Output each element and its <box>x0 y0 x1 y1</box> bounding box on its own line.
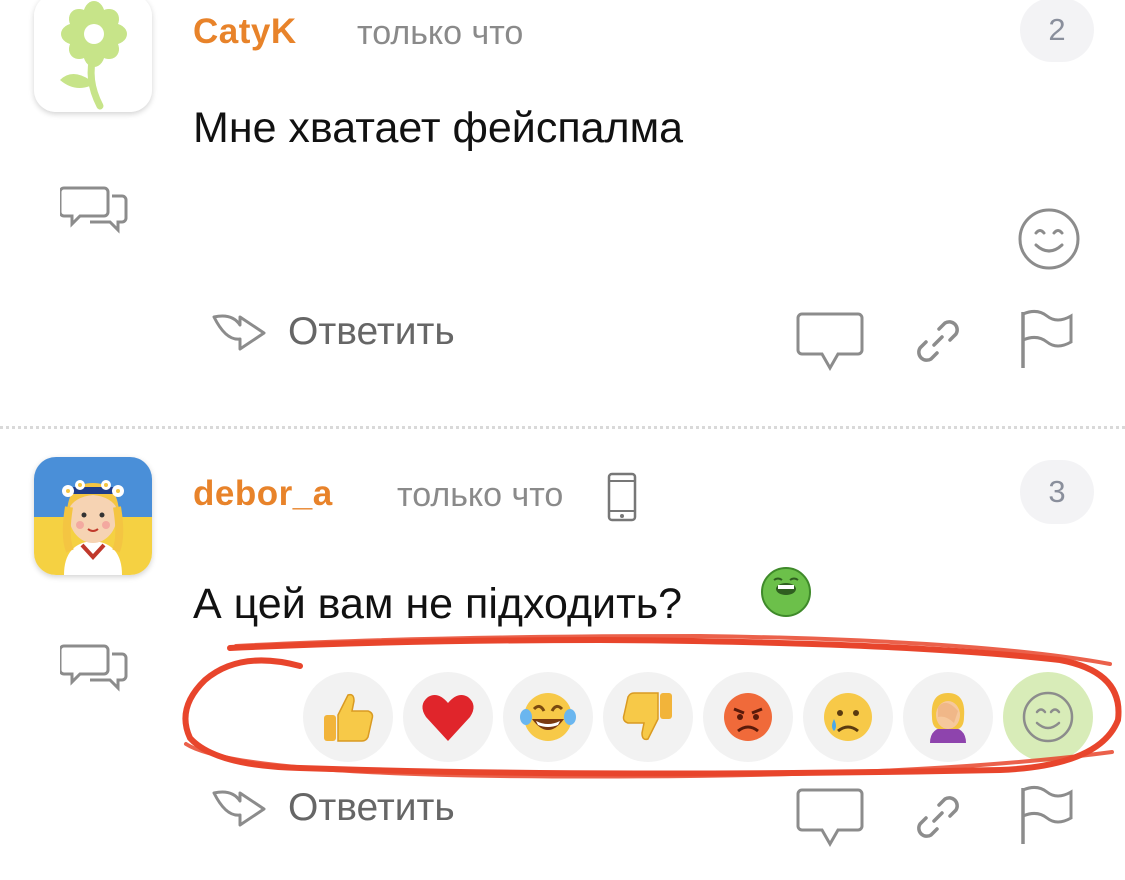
comment-bubble-icon[interactable] <box>796 786 864 848</box>
thread-icon[interactable] <box>60 640 130 696</box>
reaction-crying[interactable] <box>803 672 893 762</box>
nauseated-face-icon <box>761 567 811 617</box>
link-icon[interactable] <box>912 791 964 843</box>
link-icon[interactable] <box>912 315 964 367</box>
comment-2: debor_a только что 3 А цей вам не підход… <box>0 430 1125 880</box>
flag-icon[interactable] <box>1017 308 1075 370</box>
reaction-thumbs-up[interactable] <box>303 672 393 762</box>
username[interactable]: CatyK <box>193 12 297 52</box>
heart-icon <box>422 695 474 741</box>
reaction-thumbs-down[interactable] <box>603 672 693 762</box>
avatar[interactable] <box>34 0 152 112</box>
avatar[interactable] <box>34 457 152 575</box>
reaction-bar <box>303 672 1093 762</box>
reaction-facepalm[interactable] <box>903 672 993 762</box>
laughing-tears-icon <box>520 693 576 741</box>
comment-divider <box>0 426 1125 429</box>
reaction-laughing[interactable] <box>503 672 593 762</box>
smiley-picker-icon <box>1022 691 1074 743</box>
username[interactable]: debor_a <box>193 474 333 514</box>
reaction-angry[interactable] <box>703 672 793 762</box>
comment-text: Мне хватает фейспалма <box>193 104 684 152</box>
thread-icon[interactable] <box>60 182 130 238</box>
ukrainian-girl-avatar-icon <box>34 457 152 575</box>
comment-number-badge: 2 <box>1020 0 1094 62</box>
timestamp: только что <box>357 14 524 52</box>
flag-icon[interactable] <box>1017 784 1075 846</box>
reply-button[interactable]: Ответить <box>210 786 455 830</box>
reaction-heart[interactable] <box>403 672 493 762</box>
thumbs-up-icon <box>324 693 374 742</box>
comment-1: CatyK только что 2 Мне хватает фейспалма… <box>0 0 1125 425</box>
timestamp: только что <box>397 476 564 514</box>
mobile-device-icon <box>607 472 637 522</box>
comment-bubble-icon[interactable] <box>796 310 864 372</box>
reply-label: Ответить <box>288 786 455 829</box>
reply-label: Ответить <box>288 310 455 353</box>
thumbs-down-icon <box>622 692 672 741</box>
comment-number-badge: 3 <box>1020 460 1094 524</box>
comment-text: А цей вам не підходить? <box>193 580 683 628</box>
reply-arrow-icon <box>212 314 266 351</box>
angry-face-icon <box>724 693 772 741</box>
reaction-picker[interactable] <box>1003 672 1093 762</box>
reply-button[interactable]: Ответить <box>210 310 455 354</box>
facepalm-woman-icon <box>930 693 966 743</box>
daisy-icon <box>34 0 152 112</box>
smiley-reaction-icon[interactable] <box>1016 206 1082 272</box>
crying-face-icon <box>824 693 872 741</box>
reply-arrow-icon <box>212 790 266 827</box>
